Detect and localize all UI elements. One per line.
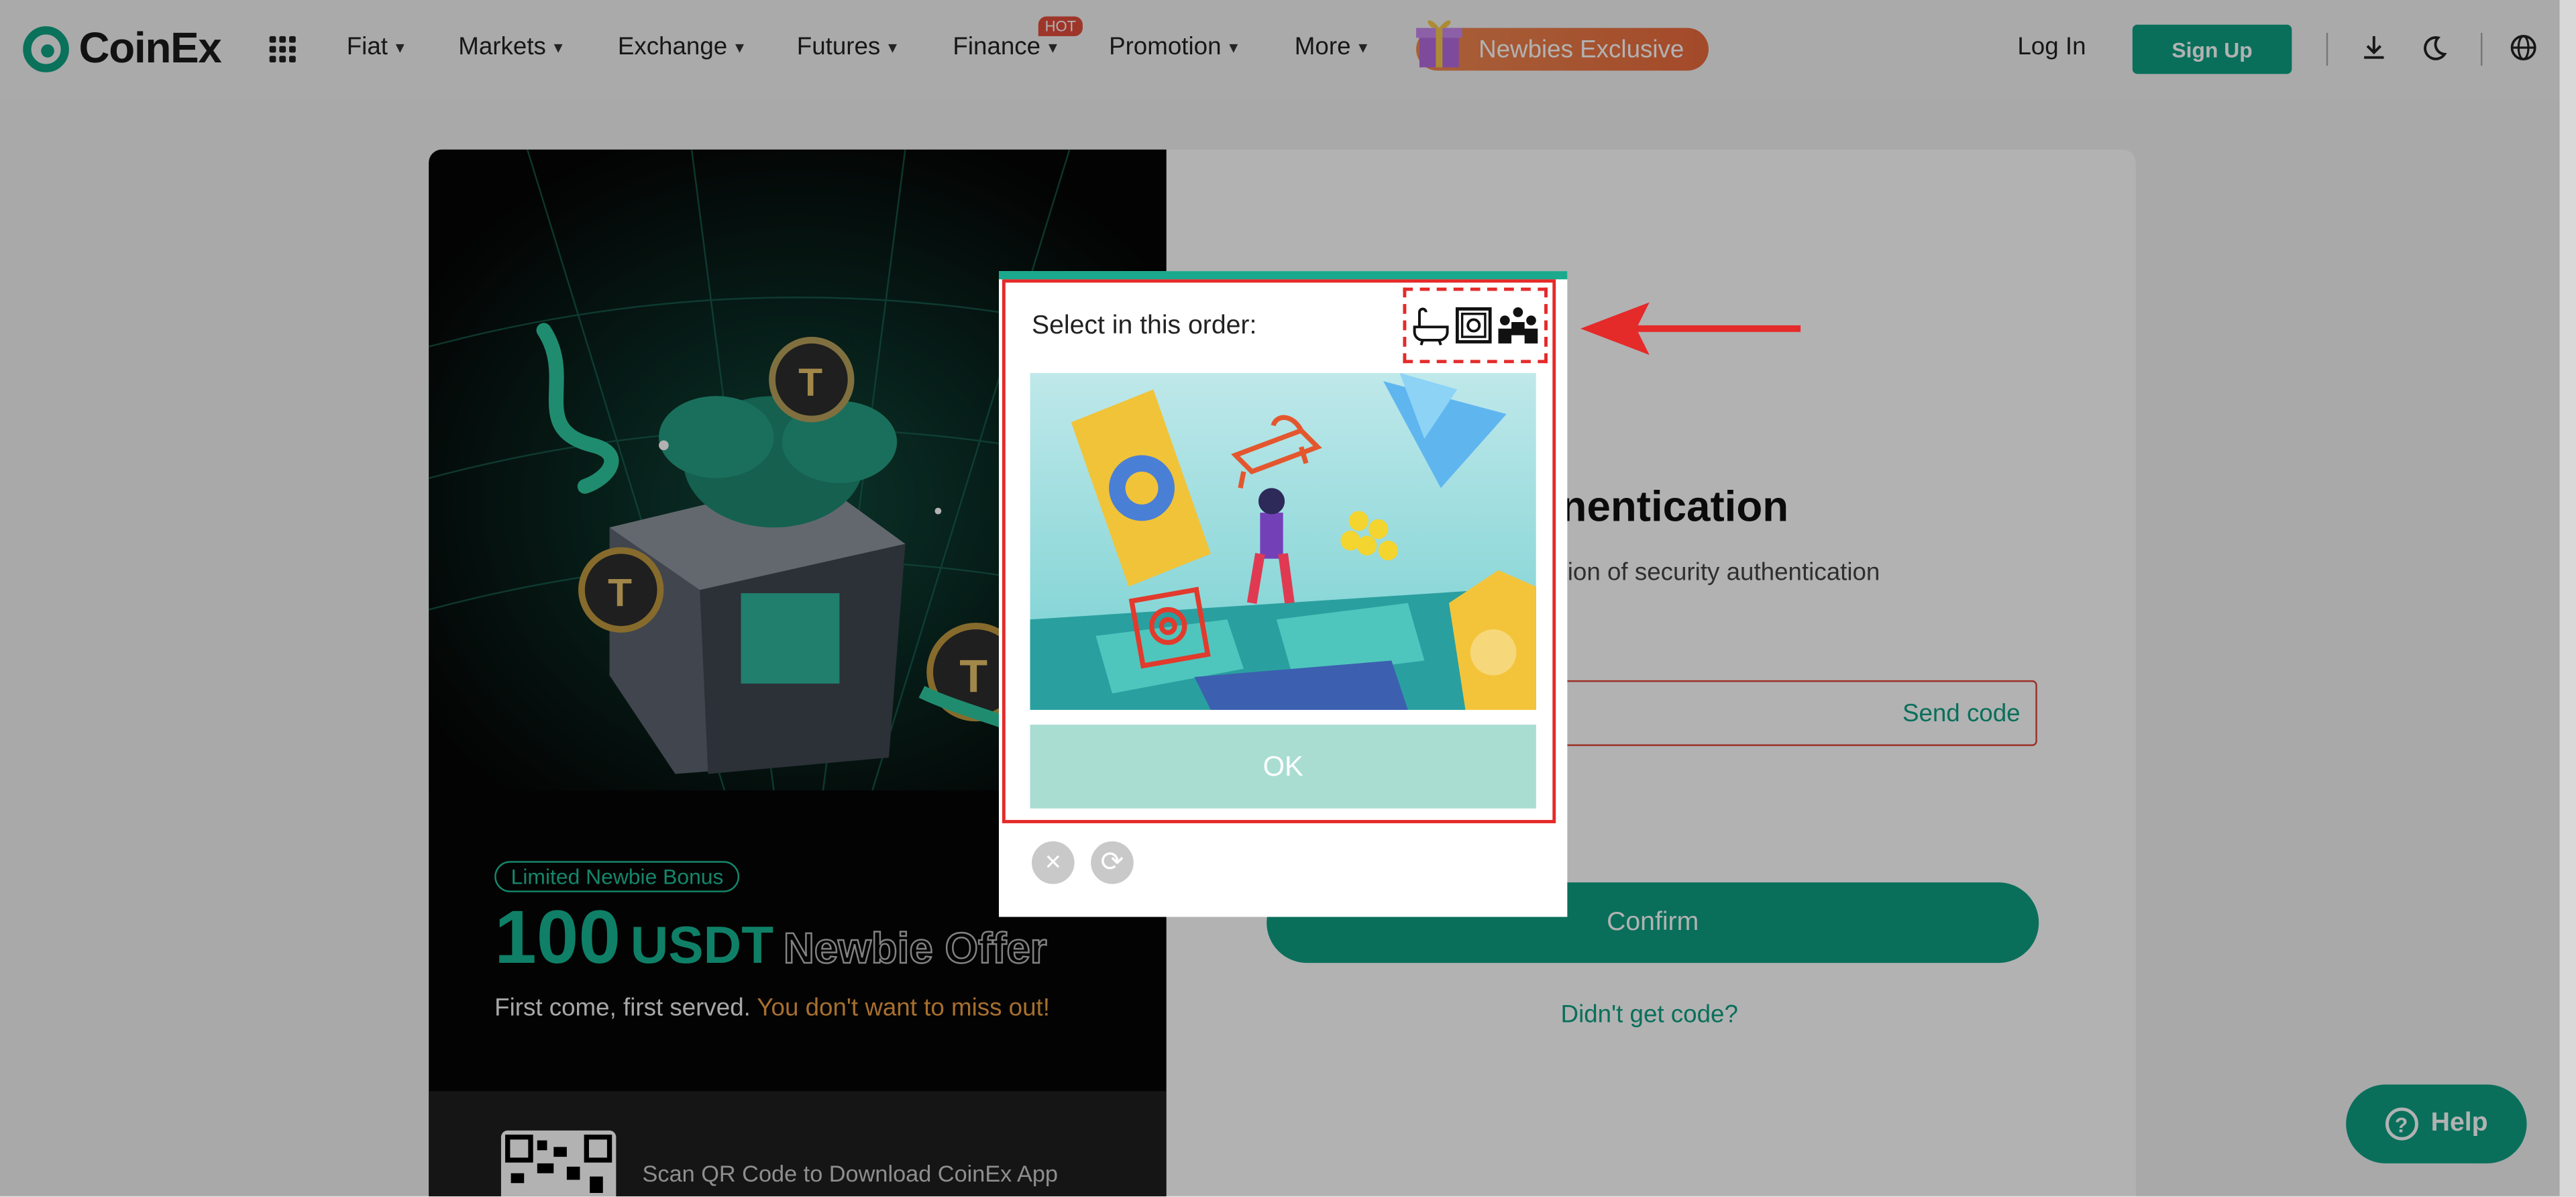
close-icon[interactable]: ×: [1031, 841, 1075, 884]
page: CoinEx Fiat ▼ Markets ▼ Exchange ▼ Futures ▼…: [0, 0, 2576, 1196]
viewport: CoinEx Fiat ▼ Markets ▼ Exchange ▼ Futures ▼…: [0, 0, 2576, 1196]
scrollbar[interactable]: [2559, 0, 2576, 1196]
annotation-highlight-box: [1002, 279, 1556, 823]
annotation-arrow-icon: [1580, 302, 1801, 355]
refresh-icon[interactable]: ⟳: [1091, 841, 1134, 884]
